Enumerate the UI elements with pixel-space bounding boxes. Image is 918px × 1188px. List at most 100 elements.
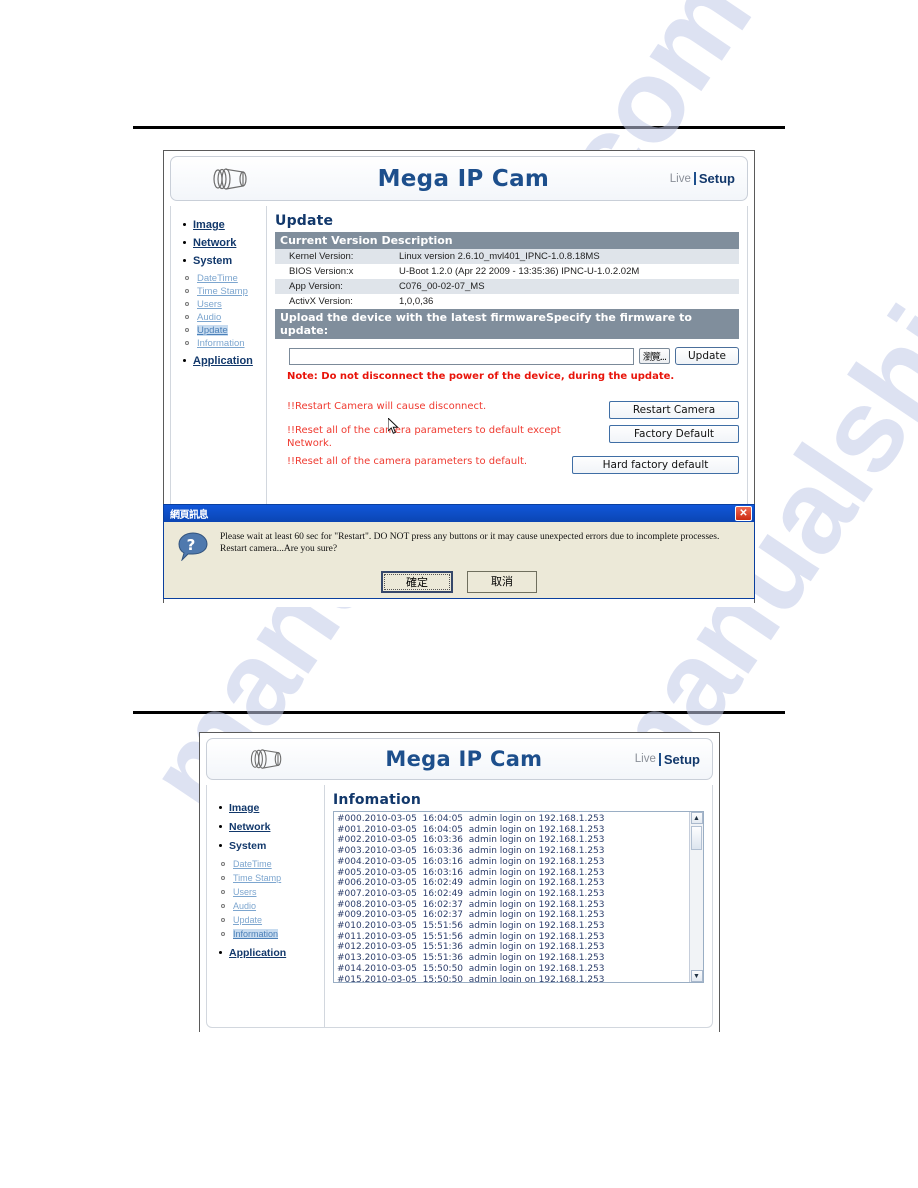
setup-link[interactable]: Setup bbox=[699, 171, 735, 186]
svg-text:?: ? bbox=[187, 536, 196, 554]
action-description: !!Reset all of the camera parameters to … bbox=[287, 456, 528, 467]
sidebar-item-label: Application bbox=[229, 947, 287, 959]
sidebar-item-system[interactable]: System bbox=[181, 254, 266, 272]
sidebar-subitem-label: Information bbox=[233, 929, 279, 939]
camera-logo-icon bbox=[205, 164, 257, 194]
scroll-down-icon[interactable]: ▼ bbox=[690, 970, 703, 982]
live-link[interactable]: Live bbox=[635, 753, 656, 765]
list-item: #010.2010-03-05 15:51:56 admin login on … bbox=[337, 921, 605, 932]
sidebar-subitem-information[interactable]: Information bbox=[220, 929, 324, 943]
list-item: #014.2010-03-05 15:50:50 admin login on … bbox=[337, 963, 605, 974]
list-item: #009.2010-03-05 16:02:37 admin login on … bbox=[337, 910, 605, 921]
list-item: #003.2010-03-05 16:03:36 admin login on … bbox=[337, 846, 605, 857]
list-item: #008.2010-03-05 16:02:37 admin login on … bbox=[337, 899, 605, 910]
dialog-ok-button[interactable]: 確定 bbox=[381, 571, 453, 593]
sidebar-subitem-audio[interactable]: Audio bbox=[184, 312, 266, 325]
table-row: ActivX Version: 1,0,0,36 bbox=[275, 294, 739, 309]
list-item: #013.2010-03-05 15:51:36 admin login on … bbox=[337, 953, 605, 964]
action-row-hard-factory-default: !!Reset all of the camera parameters to … bbox=[275, 456, 739, 474]
sidebar-item-label: System bbox=[229, 840, 267, 852]
app-header: Mega IP Cam Live Setup bbox=[170, 156, 748, 201]
sidebar-subitem-datetime[interactable]: DateTime bbox=[184, 273, 266, 286]
sidebar-subitem-datetime[interactable]: DateTime bbox=[220, 859, 324, 873]
version-key: BIOS Version:x bbox=[275, 264, 394, 279]
sidebar-subitem-label: Users bbox=[197, 299, 222, 310]
sidebar-subitem-update[interactable]: Update bbox=[184, 325, 266, 338]
log-textarea[interactable]: #000.2010-03-05 16:04:05 admin login on … bbox=[333, 811, 704, 983]
sidebar-item-label: Image bbox=[229, 802, 260, 814]
sidebar-subitem-label: Audio bbox=[233, 901, 257, 911]
list-item: #006.2010-03-05 16:02:49 admin login on … bbox=[337, 878, 605, 889]
list-item: #005.2010-03-05 16:03:16 admin login on … bbox=[337, 867, 605, 878]
firmware-file-input[interactable] bbox=[289, 347, 634, 365]
live-link[interactable]: Live bbox=[670, 173, 691, 185]
sidebar-item-label: Network bbox=[229, 821, 271, 833]
scrollbar-thumb[interactable] bbox=[691, 826, 702, 850]
information-content: Infomation #000.2010-03-05 16:04:05 admi… bbox=[325, 785, 712, 1027]
mouse-cursor-icon bbox=[387, 416, 400, 435]
list-item: #002.2010-03-05 16:03:36 admin login on … bbox=[337, 835, 605, 846]
sidebar-item-application[interactable]: Application bbox=[181, 354, 266, 372]
list-item: #004.2010-03-05 16:03:16 admin login on … bbox=[337, 856, 605, 867]
list-item: #015.2010-03-05 15:50:50 admin login on … bbox=[337, 974, 605, 982]
version-key: ActivX Version: bbox=[275, 294, 394, 309]
sidebar-item-network[interactable]: Network bbox=[181, 236, 266, 254]
sidebar-subitem-label: DateTime bbox=[197, 273, 238, 284]
sidebar-subitem-label: Time Stamp bbox=[197, 286, 248, 297]
sidebar-item-image[interactable]: Image bbox=[181, 218, 266, 236]
close-icon[interactable]: ✕ bbox=[735, 506, 752, 521]
log-scrollbar[interactable]: ▲ ▼ bbox=[689, 812, 703, 982]
dialog-title: 網頁訊息 bbox=[170, 510, 209, 521]
firmware-upload-row: 瀏覽... Update bbox=[289, 347, 739, 365]
sidebar-subitem-information[interactable]: Information bbox=[184, 338, 266, 351]
sidebar-subitem-time-stamp[interactable]: Time Stamp bbox=[220, 873, 324, 887]
sidebar-item-label: Application bbox=[193, 355, 253, 367]
sidebar-subitem-label: Time Stamp bbox=[233, 873, 282, 883]
list-item: #007.2010-03-05 16:02:49 admin login on … bbox=[337, 888, 605, 899]
sidebar-subitem-audio[interactable]: Audio bbox=[220, 901, 324, 915]
table-row: App Version: C076_00-02-07_MS bbox=[275, 279, 739, 294]
browse-button[interactable]: 瀏覽... bbox=[638, 348, 670, 364]
dialog-message-line-2: Restart camera...Are you sure? bbox=[220, 544, 338, 554]
sidebar-nav: Image Network System DateTime Time Stamp… bbox=[207, 785, 325, 1027]
version-table: Current Version Description Kernel Versi… bbox=[275, 232, 739, 309]
list-item: #001.2010-03-05 16:04:05 admin login on … bbox=[337, 824, 605, 835]
sidebar-item-application[interactable]: Application bbox=[217, 946, 324, 965]
update-button[interactable]: Update bbox=[674, 347, 739, 365]
list-item: #012.2010-03-05 15:51:36 admin login on … bbox=[337, 942, 605, 953]
dialog-message-line-1: Please wait at least 60 sec for "Restart… bbox=[220, 532, 720, 542]
version-key: App Version: bbox=[275, 279, 394, 294]
action-row-factory-default: !!Reset all of the camera parameters to … bbox=[275, 425, 739, 450]
dialog-button-row: 確定 取消 bbox=[164, 571, 754, 593]
app-title: Mega IP Cam bbox=[377, 165, 550, 192]
restart-camera-button[interactable]: Restart Camera bbox=[609, 401, 739, 419]
sidebar-sub-list: DateTime Time Stamp Users Audio Update I… bbox=[171, 273, 266, 351]
sidebar-subitem-users[interactable]: Users bbox=[220, 887, 324, 901]
sidebar-item-image[interactable]: Image bbox=[217, 801, 324, 820]
action-list: !!Restart Camera will cause disconnect. … bbox=[275, 401, 739, 474]
sidebar-sub-list: DateTime Time Stamp Users Audio Update I… bbox=[207, 859, 324, 943]
camera-logo-icon bbox=[241, 744, 293, 774]
sidebar-subitem-time-stamp[interactable]: Time Stamp bbox=[184, 286, 266, 299]
action-row-restart: !!Restart Camera will cause disconnect. … bbox=[275, 401, 739, 419]
dialog-cancel-button[interactable]: 取消 bbox=[467, 571, 537, 593]
action-description: !!Reset all of the camera parameters to … bbox=[287, 425, 561, 449]
action-description: !!Restart Camera will cause disconnect. bbox=[287, 401, 487, 412]
list-item: #011.2010-03-05 15:51:56 admin login on … bbox=[337, 931, 605, 942]
sidebar-subitem-users[interactable]: Users bbox=[184, 299, 266, 312]
setup-link[interactable]: Setup bbox=[664, 752, 700, 767]
sidebar-item-label: System bbox=[193, 255, 233, 267]
question-mark-icon: ? bbox=[178, 531, 208, 562]
sidebar-subitem-label: Audio bbox=[197, 312, 222, 323]
sidebar-subitem-label: Information bbox=[197, 338, 245, 349]
horizontal-rule-middle bbox=[133, 711, 785, 714]
sidebar-item-system[interactable]: System bbox=[217, 839, 324, 858]
sidebar-subitem-update[interactable]: Update bbox=[220, 915, 324, 929]
scroll-up-icon[interactable]: ▲ bbox=[690, 812, 703, 824]
screenshot-information-page: Mega IP Cam Live Setup Image Network Sys… bbox=[199, 732, 720, 1036]
confirm-dialog: 網頁訊息 ✕ ? Please wait at least 60 sec for… bbox=[163, 504, 755, 599]
list-item: #000.2010-03-05 16:04:05 admin login on … bbox=[337, 814, 605, 824]
hard-factory-default-button[interactable]: Hard factory default bbox=[572, 456, 739, 474]
sidebar-item-network[interactable]: Network bbox=[217, 820, 324, 839]
factory-default-button[interactable]: Factory Default bbox=[609, 425, 739, 443]
